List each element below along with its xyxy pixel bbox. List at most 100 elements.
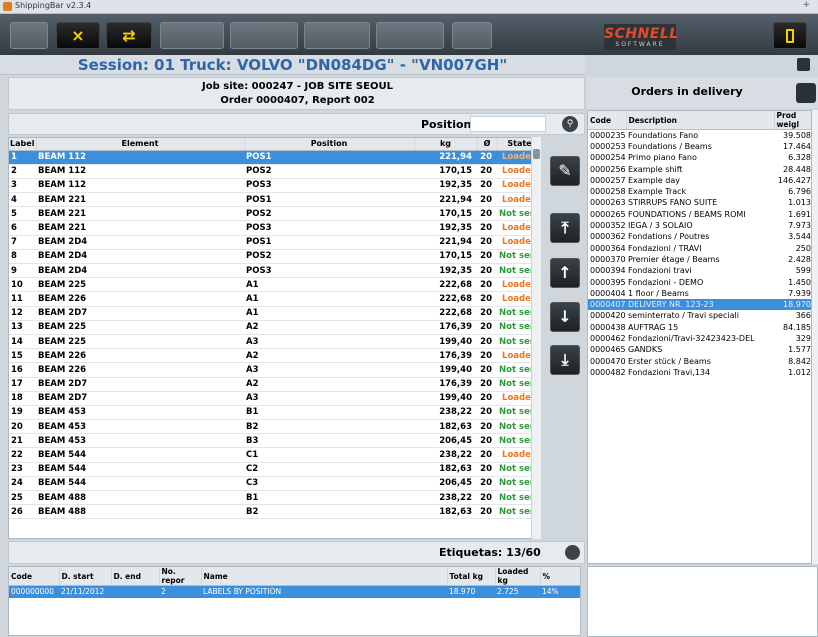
list-item[interactable]: 0000258 Example Track 6.796 bbox=[588, 186, 811, 197]
table-row[interactable]: 3 BEAM 112 POS3 192,35 20 Loaded bbox=[9, 178, 540, 194]
list-item[interactable]: 0000370 Premier étage / Beams 2.428 bbox=[588, 254, 811, 265]
down-button[interactable]: ↓ bbox=[550, 302, 580, 332]
table-row[interactable]: 1 BEAM 112 POS1 221,94 20 Loaded bbox=[9, 150, 540, 165]
table-row[interactable]: 5 BEAM 221 POS2 170,15 20 Not sent bbox=[9, 206, 540, 222]
toolbar-button-1[interactable] bbox=[10, 22, 48, 49]
table-cell: 146.427 bbox=[777, 175, 811, 185]
list-item[interactable]: 0000482 Fondazioni Travi,134 1.012 bbox=[588, 367, 811, 378]
column-header[interactable]: Prod weigl bbox=[774, 111, 811, 130]
column-header[interactable]: D. end bbox=[111, 567, 160, 586]
toolbar-button-4[interactable] bbox=[160, 22, 224, 49]
close-button[interactable]: × bbox=[56, 22, 100, 49]
table-cell: 12 bbox=[9, 306, 36, 321]
list-item[interactable]: 0000352 IEGA / 3 SOLAIO 7.973 bbox=[588, 220, 811, 231]
column-header[interactable]: D. start bbox=[59, 567, 112, 586]
search-icon[interactable]: ⚲ bbox=[562, 116, 578, 132]
position-input[interactable] bbox=[470, 116, 546, 132]
toolbar-button-5[interactable] bbox=[230, 22, 298, 49]
table-row[interactable]: 000000000 21/11/2012 2 LABELS BY POSITION 18… bbox=[9, 585, 580, 598]
scrollbar-thumb[interactable] bbox=[533, 149, 540, 159]
table-row[interactable]: 8 BEAM 2D4 POS2 170,15 20 Not sent bbox=[9, 249, 540, 265]
table-row[interactable]: 22 BEAM 544 C1 238,22 20 Loaded bbox=[9, 447, 540, 463]
column-header[interactable]: Name bbox=[201, 567, 448, 586]
first-button[interactable]: ⤒ bbox=[550, 213, 580, 243]
column-header[interactable]: Element bbox=[36, 138, 245, 151]
column-header[interactable]: Description bbox=[626, 111, 775, 130]
table-row[interactable]: 18 BEAM 2D7 A3 199,40 20 Loaded bbox=[9, 391, 540, 406]
table-row[interactable]: 17 BEAM 2D7 A2 176,39 20 Not sent bbox=[9, 377, 540, 392]
table-row[interactable]: 11 BEAM 226 A1 222,68 20 Loaded bbox=[9, 291, 540, 307]
column-header[interactable]: Ø bbox=[477, 138, 498, 151]
table-cell: 20 bbox=[477, 490, 497, 506]
list-item[interactable]: 0000470 Erster stück / Beams 8.842 bbox=[588, 355, 811, 366]
list-item[interactable]: 0000235 Foundations Fano 39.508 bbox=[588, 130, 811, 141]
table-row[interactable]: 13 BEAM 225 A2 176,39 20 Not sent bbox=[9, 320, 540, 335]
table-cell: A2 bbox=[244, 348, 414, 364]
list-item[interactable]: 0000253 Foundations / Beams 17.464 bbox=[588, 141, 811, 152]
table-cell: 238,22 bbox=[414, 490, 477, 506]
list-item[interactable]: 0000438 AUFTRAG 15 84.185 bbox=[588, 322, 811, 333]
pin-icon[interactable]: + bbox=[802, 0, 810, 10]
table-cell: C2 bbox=[244, 462, 414, 477]
table-row[interactable]: 9 BEAM 2D4 POS3 192,35 20 Not sent bbox=[9, 263, 540, 279]
list-item[interactable]: 0000254 Primo piano Fano 6.328 bbox=[588, 152, 811, 163]
toolbar-button-7[interactable] bbox=[376, 22, 444, 49]
table-row[interactable]: 26 BEAM 488 B2 182,63 20 Not sent bbox=[9, 504, 540, 520]
table-row[interactable]: 25 BEAM 488 B1 238,22 20 Not sent bbox=[9, 490, 540, 506]
table-row[interactable]: 21 BEAM 453 B3 206,45 20 Not sent bbox=[9, 433, 540, 449]
column-header[interactable]: % bbox=[540, 567, 580, 586]
list-item[interactable]: 0000256 Example shift 28.448 bbox=[588, 163, 811, 174]
list-item[interactable]: 0000404 1 floor / Beams 7.939 bbox=[588, 288, 811, 299]
table-row[interactable]: 12 BEAM 2D7 A1 222,68 20 Not sent bbox=[9, 306, 540, 321]
list-item[interactable]: 0000407 DELIVERY NR. 123-23 18.970 bbox=[588, 298, 811, 311]
table-row[interactable]: 2 BEAM 112 POS2 170,15 20 Loaded bbox=[9, 164, 540, 179]
toolbar-button-6[interactable] bbox=[304, 22, 370, 49]
orders-scrollbar[interactable] bbox=[812, 110, 818, 564]
column-header[interactable]: kg bbox=[414, 138, 478, 151]
column-header[interactable]: Code bbox=[588, 111, 627, 130]
list-item[interactable]: 0000420 seminterrato / Travi speciali 366 bbox=[588, 310, 811, 321]
table-cell: 20 bbox=[477, 362, 497, 378]
list-item[interactable]: 0000395 Fondazioni - DEMO 1.450 bbox=[588, 276, 811, 287]
toolbar-button-8[interactable] bbox=[452, 22, 492, 49]
print-icon[interactable] bbox=[797, 58, 810, 71]
table-row[interactable]: 20 BEAM 453 B2 182,63 20 Not sent bbox=[9, 419, 540, 435]
list-item[interactable]: 0000462 Fondazioni/Travi-32423423-DEL 329 bbox=[588, 333, 811, 344]
list-item[interactable]: 0000257 Example day 146.427 bbox=[588, 175, 811, 186]
list-item[interactable]: 0000263 STIRRUPS FANO SUITE 1.013 bbox=[588, 197, 811, 208]
table-cell: BEAM 453 bbox=[36, 419, 244, 435]
column-header[interactable]: Label bbox=[9, 138, 37, 151]
list-item[interactable]: 0000364 Fondazioni / TRAVI 250 bbox=[588, 242, 811, 253]
table-row[interactable]: 24 BEAM 544 C3 206,45 20 Not sent bbox=[9, 476, 540, 492]
table-row[interactable]: 14 BEAM 225 A3 199,40 20 Not sent bbox=[9, 334, 540, 350]
edit-button[interactable]: ✎ bbox=[550, 156, 580, 186]
list-item[interactable]: 0000265 FOUNDATIONS / BEAMS ROMI 1.691 bbox=[588, 209, 811, 220]
table-cell: 15 bbox=[9, 348, 36, 364]
table-cell: 0000420 bbox=[590, 311, 626, 321]
labels-scrollbar[interactable] bbox=[531, 137, 541, 539]
exit-button[interactable] bbox=[773, 22, 807, 49]
list-item[interactable]: 0000362 Fondations / Poutres 3.544 bbox=[588, 231, 811, 242]
column-header[interactable]: Total kg bbox=[447, 567, 496, 586]
table-row[interactable]: 23 BEAM 544 C2 182,63 20 Not sent bbox=[9, 462, 540, 477]
last-button[interactable]: ⤓ bbox=[550, 345, 580, 375]
up-button[interactable]: ↑ bbox=[550, 258, 580, 288]
column-header[interactable]: Loaded kg bbox=[495, 567, 541, 586]
table-row[interactable]: 15 BEAM 226 A2 176,39 20 Loaded bbox=[9, 348, 540, 364]
table-row[interactable]: 16 BEAM 226 A3 199,40 20 Not sent bbox=[9, 362, 540, 378]
print-labels-icon[interactable] bbox=[565, 545, 580, 560]
list-item[interactable]: 0000394 Fondazioni travi 599 bbox=[588, 265, 811, 276]
transfer-button[interactable]: ⇄ bbox=[106, 22, 152, 49]
truck-icon[interactable] bbox=[796, 83, 816, 103]
table-row[interactable]: 19 BEAM 453 B1 238,22 20 Not sent bbox=[9, 405, 540, 421]
table-row[interactable]: 10 BEAM 225 A1 222,68 20 Loaded bbox=[9, 277, 540, 293]
table-row[interactable]: 7 BEAM 2D4 POS1 221,94 20 Loaded bbox=[9, 235, 540, 250]
column-header[interactable]: Code bbox=[9, 567, 60, 586]
list-item[interactable]: 0000465 GANDKS 1.577 bbox=[588, 344, 811, 355]
table-row[interactable]: 6 BEAM 221 POS3 192,35 20 Loaded bbox=[9, 220, 540, 236]
column-header[interactable]: Position bbox=[244, 138, 415, 151]
column-header[interactable]: No. repor bbox=[159, 567, 202, 586]
exit-door-icon bbox=[786, 28, 794, 43]
table-row[interactable]: 4 BEAM 221 POS1 221,94 20 Loaded bbox=[9, 192, 540, 208]
table-cell: BEAM 112 bbox=[36, 178, 244, 194]
